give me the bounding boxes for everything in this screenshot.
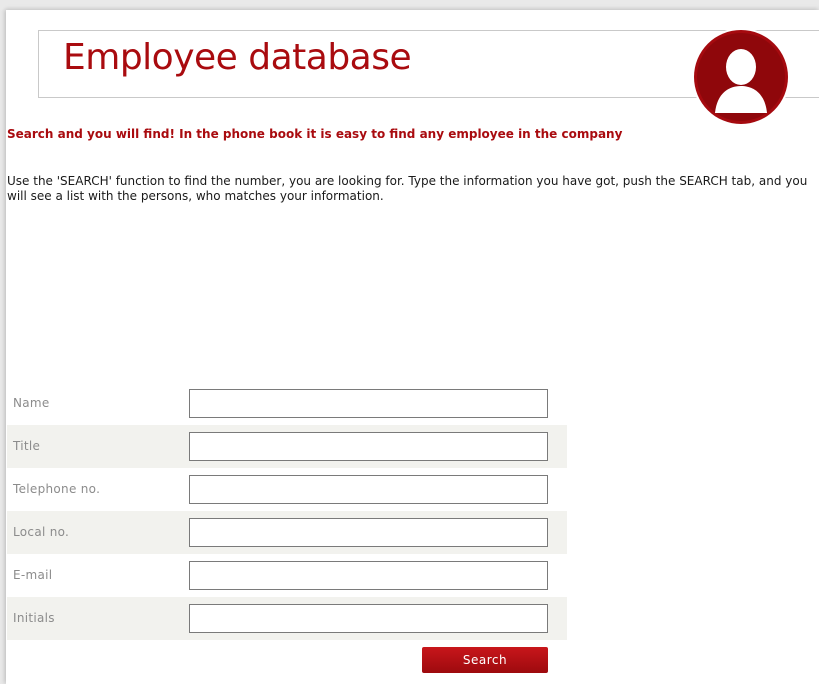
form-row-name: Name bbox=[7, 382, 567, 425]
user-avatar-icon bbox=[692, 28, 790, 126]
telephone-input[interactable] bbox=[189, 475, 548, 504]
page-title: Employee database bbox=[63, 37, 412, 78]
form-row-telephone: Telephone no. bbox=[7, 468, 567, 511]
initials-input[interactable] bbox=[189, 604, 548, 633]
form-row-title: Title bbox=[7, 425, 567, 468]
name-input[interactable] bbox=[189, 389, 548, 418]
email-input[interactable] bbox=[189, 561, 548, 590]
local-no-input[interactable] bbox=[189, 518, 548, 547]
title-input[interactable] bbox=[189, 432, 548, 461]
intro-lead: Search and you will find! In the phone b… bbox=[7, 127, 623, 141]
name-label: Name bbox=[13, 396, 50, 410]
telephone-label: Telephone no. bbox=[13, 482, 101, 496]
form-row-email: E-mail bbox=[7, 554, 567, 597]
search-button[interactable]: Search bbox=[422, 647, 548, 673]
form-row-initials: Initials bbox=[7, 597, 567, 640]
email-label: E-mail bbox=[13, 568, 53, 582]
title-label: Title bbox=[13, 439, 41, 453]
initials-label: Initials bbox=[13, 611, 55, 625]
search-form: Name Title Telephone no. Local no. E-mai… bbox=[7, 382, 567, 640]
form-row-local: Local no. bbox=[7, 511, 567, 554]
local-no-label: Local no. bbox=[13, 525, 70, 539]
intro-description: Use the 'SEARCH' function to find the nu… bbox=[7, 174, 808, 203]
